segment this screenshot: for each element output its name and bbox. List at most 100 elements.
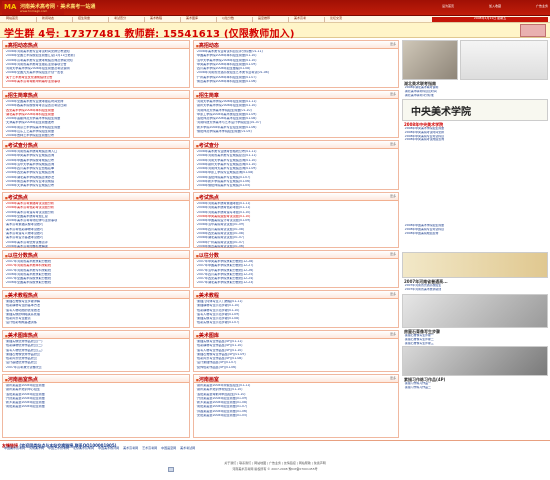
panel-title: 河南画室 xyxy=(196,376,219,383)
sidebar-image-sketch[interactable] xyxy=(460,40,548,80)
list-item[interactable]: 色彩头像写生示范步骤(01-07) xyxy=(196,321,396,325)
nav-item-home[interactable]: 网站首页 xyxy=(6,16,18,20)
panel-list: 2008年美术高考素描考试试题分析2008年美术高考色彩考试试题分析2008年美… xyxy=(5,202,187,249)
panel-list: 素描头像优秀作品欣赏(一)色彩静物优秀作品欣赏(二)速写人物优秀作品欣赏(三)素… xyxy=(5,340,187,370)
banner-image xyxy=(520,24,546,37)
friend-link[interactable]: 河南美术网 xyxy=(29,446,44,450)
panel-title: 高招动态热点 xyxy=(5,42,38,49)
panel-list: 2008年美术类专业统考合格线公布(01-11)2008年河南省美术类专业成绩复… xyxy=(196,150,396,189)
list-item[interactable]: 2008年信阳师院美术专业成绩(01-05) xyxy=(196,184,396,188)
panel-title: 美术图库热点 xyxy=(5,332,38,339)
nav-item-exam[interactable]: 美术高考 xyxy=(294,16,306,20)
nav-item-forum[interactable]: 论坛交流 xyxy=(330,16,342,20)
nav-separator xyxy=(108,17,109,22)
panel-title: 河南画室热点 xyxy=(5,376,38,383)
more-link[interactable]: 更多 xyxy=(390,142,396,146)
panel-header: 高招动态热点 xyxy=(3,41,189,49)
more-link[interactable]: 更多 xyxy=(390,376,396,380)
more-link[interactable]: 更多 xyxy=(390,42,396,46)
panel-test-hot: 考试热点 2008年美术高考素描考试试题分析2008年美术高考色彩考试试题分析2… xyxy=(2,192,190,248)
links-row: 中国美术高考网 河南美术网 中国艺术高考网 北京美术高考网 中国美术教育网 美术高考网 艺术… xyxy=(4,446,199,450)
nav-separator xyxy=(252,17,253,22)
list-item[interactable]: 装饰色彩作品集(4P)(01-06) xyxy=(196,366,396,370)
panel-past: 以往分数 更多 2007年中央美术学院录取分数线(12-28)2007年中国美术学… xyxy=(193,250,399,288)
set-home-link[interactable]: 设为首页 xyxy=(442,4,454,8)
more-link[interactable]: 更多 xyxy=(390,292,396,296)
panel-list: 2008年河南美术统考素描考题(01-11)2008年河南美术统考色彩考题(01… xyxy=(196,202,396,249)
panel-header: 招生简章热点 xyxy=(3,91,189,99)
panel-header: 河南画室 更多 xyxy=(194,375,398,383)
nav-item-tutorial[interactable]: 美术教程 xyxy=(150,16,162,20)
list-item[interactable]: 2008年美术高考考前冲刺辅导注意事项 xyxy=(5,80,187,84)
list-item[interactable]: 素描习作练习作品二 xyxy=(404,386,548,390)
panel-list: 素描头像写生作品集(4P)(01-11)色彩静物写生作品集(4P)(01-10)… xyxy=(196,340,396,370)
panel-list: 郑州某画室2008年招生简章郑州某美术培训中心招生洛阳某画室2008年招生简章开… xyxy=(5,384,187,410)
list-item[interactable]: 2008年吉林艺术学院招生简章公布 xyxy=(5,134,187,138)
nav-item-recruit[interactable]: 招生简章 xyxy=(78,16,90,20)
current-date: 2008年1月11日 星期五 xyxy=(432,16,548,22)
qq-group-banner: 学生群 4号: 17377481 教师群: 15541613 (仅限教师加入) xyxy=(0,23,550,40)
friend-link[interactable]: 中国画室网 xyxy=(161,446,176,450)
panel-recruit: 招生简章 更多 河南大学美术学院2008年招生简章(01-11)郑州大学美术学院2… xyxy=(193,90,399,138)
panel-studio: 河南画室 更多 郑州某画室2008年寒假班招生(01-11)郑州某美术培训学校招生… xyxy=(193,374,399,438)
friend-link[interactable]: 北京美术高考网 xyxy=(73,446,94,450)
panel-score-hot: 考试查分热点 2008年河南省美术统考成绩查询入口2008年中央美术学院专业成绩… xyxy=(2,140,190,190)
sidebar-image-henan[interactable] xyxy=(402,252,548,278)
panel-header: 考试查分 更多 xyxy=(194,141,398,149)
panel-title: 考试查分热点 xyxy=(5,142,38,149)
nav-item-score[interactable]: 考试查分 xyxy=(114,16,126,20)
nav-item-studios[interactable]: 画室推荐 xyxy=(258,16,270,20)
panel-header: 美术教程热点 xyxy=(3,291,189,299)
site-footer: 关于我们 | 联系我们 | 网站地图 | 广告业务 | 友情链接 | 网站帮助 … xyxy=(0,460,550,480)
list-item[interactable]: 2007年河南省美术类录取线 xyxy=(404,288,548,292)
list-item[interactable]: 安阳某画室2008年招生简章(01-05) xyxy=(196,414,396,418)
panel-title: 招生简章热点 xyxy=(5,92,38,99)
friend-link[interactable]: 美术高考网 xyxy=(123,446,138,450)
panel-header: 招生简章 更多 xyxy=(194,91,398,99)
nav-separator xyxy=(324,17,325,22)
more-link[interactable]: 更多 xyxy=(390,252,396,256)
list-item[interactable]: 2008年鲁迅美院考试试题(01-06) xyxy=(196,245,396,249)
list-item[interactable]: 2008年天津美术学院专业成绩公布 xyxy=(5,184,187,188)
list-item[interactable]: 2007年湖北美术学院录取分数线(12-23) xyxy=(196,281,396,285)
list-item[interactable]: 2006年全国美术院校录取分数线 xyxy=(5,281,187,285)
sidebar-list-henan: 2007年河南省普通高校招生2007年河南省美术类录取线 xyxy=(404,284,548,292)
nav-item-news[interactable]: 新闻动态 xyxy=(42,16,54,20)
nav-item-past-scores[interactable]: 以往分数 xyxy=(222,16,234,20)
friend-link[interactable]: 中国美术教育网 xyxy=(98,446,119,450)
list-item[interactable]: 设计色彩构成基础训练 xyxy=(5,321,187,325)
footer-links[interactable]: 关于我们 | 联系我们 | 网站地图 | 广告业务 | 友情链接 | 网站帮助 … xyxy=(0,461,550,465)
list-item[interactable]: 2008年美术高考阅卷标准解读 xyxy=(5,245,187,249)
panel-header: 河南画室热点 xyxy=(3,375,189,383)
more-link[interactable]: 更多 xyxy=(390,332,396,336)
friend-link[interactable]: 美术考试网 xyxy=(180,446,195,450)
panel-title: 美术教程 xyxy=(196,292,219,299)
friend-links: 友情链接 (欢迎同类站点与本站交换链接,联系QQ100001905) 中国美术高… xyxy=(0,440,550,452)
page: { "header": { "logo_mark": "MA", "site_n… xyxy=(0,0,550,480)
friend-link[interactable]: 中国美术高考网 xyxy=(4,446,25,450)
list-item[interactable]: 2008年中国美院成绩查询 xyxy=(404,232,548,236)
list-item[interactable]: 2007年高考满分试卷欣赏 xyxy=(5,366,187,370)
list-item[interactable]: 信阳师范学院美术学院招生简章(01-05) xyxy=(196,130,396,134)
more-link[interactable]: 更多 xyxy=(390,92,396,96)
list-item[interactable]: 南阳某画室2008年招生简章 xyxy=(5,405,187,409)
sidebar-image-cafa[interactable]: 中央美术学院 xyxy=(402,99,548,121)
list-item[interactable]: 湖北美术联考评分标准 xyxy=(404,94,548,98)
list-item[interactable]: 2008年中央美院考试成绩查询 xyxy=(404,138,548,142)
friend-link[interactable]: 艺术高考网 xyxy=(142,446,157,450)
nav-item-gallery[interactable]: 美术图库 xyxy=(186,16,198,20)
sidebar-list-plaster: 素描石膏像写生步骤一素描石膏像写生步骤二素描石膏像写生步骤三 xyxy=(404,334,548,345)
list-item[interactable]: 素描石膏像写生步骤三 xyxy=(404,342,548,346)
more-link[interactable]: 更多 xyxy=(390,194,396,198)
panel-header: 以往分数热点 xyxy=(3,251,189,259)
sidebar-image-plaster[interactable] xyxy=(402,294,548,328)
list-item[interactable]: 鲁迅美术学院2008年本科招生简章(01-06) xyxy=(196,80,396,84)
add-favorite-link[interactable]: 加入收藏 xyxy=(489,4,501,8)
friend-link[interactable]: 中国艺术高考网 xyxy=(48,446,69,450)
cafa-logo-text: 中央美术学院 xyxy=(411,107,471,118)
ad-link[interactable]: 广告业务 xyxy=(536,4,548,8)
site-logo[interactable]: MA 河南美术高考网 · 美术高考一站通 www.hnmsgk.com xyxy=(2,1,95,15)
sidebar-image-sketch2[interactable] xyxy=(402,346,548,376)
sidebar-image-hubei[interactable] xyxy=(402,40,458,80)
panel-list: 郑州某画室2008年寒假班招生(01-11)郑州某美术培训学校招生(01-10)… xyxy=(196,384,396,418)
